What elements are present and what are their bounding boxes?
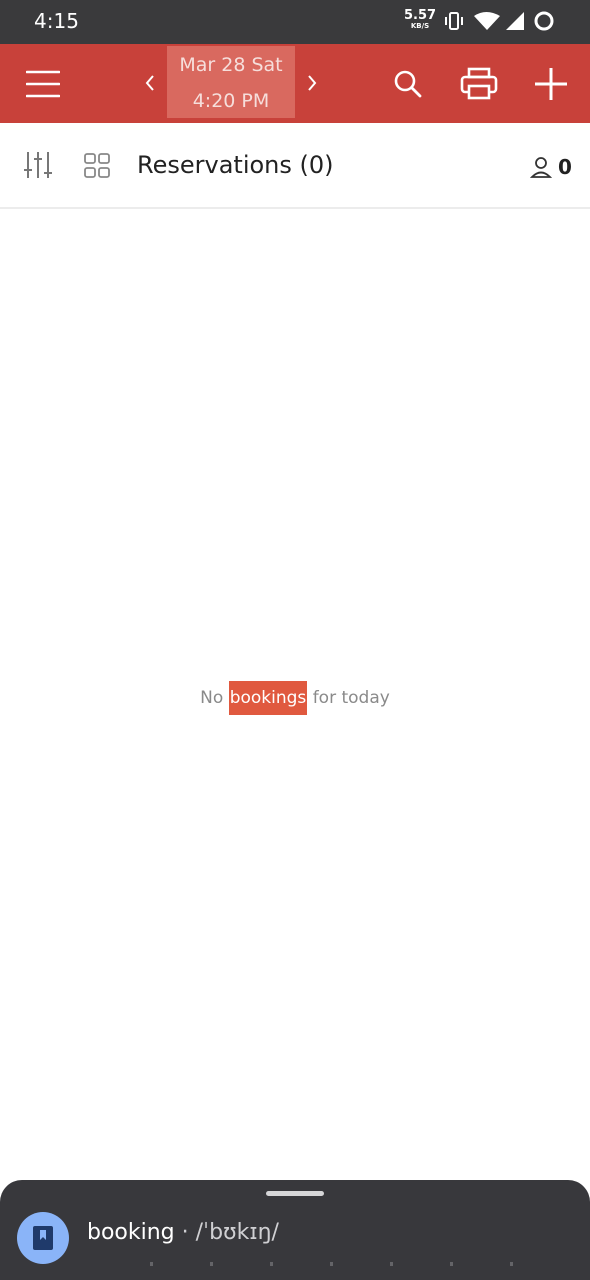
selected-time: 4:20 PM: [192, 90, 270, 112]
bookmark-icon: [33, 1226, 53, 1250]
network-speed-value: 5.57: [404, 8, 437, 23]
dictionary-pronunciation: · /ˈbʊkɪŋ/: [174, 1220, 279, 1245]
filter-sliders-icon: [24, 152, 52, 178]
selected-date: Mar 28 Sat: [179, 54, 283, 76]
dictionary-sheet[interactable]: booking · /ˈbʊkɪŋ/: [0, 1180, 590, 1280]
print-button[interactable]: [456, 62, 502, 106]
dictionary-avatar: [17, 1212, 69, 1264]
empty-state-message: No bookings for today: [0, 681, 590, 715]
network-speed: 5.57 KB/S: [404, 9, 436, 30]
dictionary-definition-preview: [150, 1262, 530, 1266]
plus-icon: [535, 68, 567, 100]
network-speed-unit: KB/S: [410, 22, 430, 30]
menu-button[interactable]: [20, 61, 66, 107]
person-icon: [530, 157, 552, 178]
add-reservation-button[interactable]: [528, 62, 574, 106]
grid-icon: [84, 153, 110, 178]
dictionary-word: booking: [87, 1220, 175, 1245]
page-title: Reservations (0): [137, 151, 334, 179]
date-selector[interactable]: Mar 28 Sat 4:20 PM: [167, 46, 295, 118]
grid-view-button[interactable]: [80, 149, 114, 183]
status-icons: [444, 9, 564, 39]
previous-date-button[interactable]: [136, 68, 164, 98]
empty-state-prefix: No: [200, 688, 229, 708]
signal-icon: [506, 12, 524, 30]
selected-word-highlight[interactable]: bookings: [228, 681, 308, 715]
search-button[interactable]: [388, 64, 428, 104]
chevron-left-icon: [145, 75, 154, 91]
empty-state-suffix: for today: [307, 688, 390, 708]
chevron-right-icon: [308, 75, 317, 91]
menu-icon: [26, 70, 60, 98]
guest-count: 0: [558, 155, 572, 179]
vibrate-icon: [445, 12, 463, 30]
status-time: 4:15: [34, 9, 79, 33]
printer-icon: [460, 67, 498, 100]
status-bar: 4:15 5.57 KB/S: [0, 0, 590, 44]
search-icon: [394, 70, 422, 98]
next-date-button[interactable]: [298, 68, 326, 98]
battery-saver-icon: [534, 11, 554, 31]
filter-button[interactable]: [20, 147, 56, 183]
app-bar: Mar 28 Sat 4:20 PM: [0, 44, 590, 123]
reservations-toolbar: Reservations (0) 0: [0, 123, 590, 209]
wifi-icon: [474, 12, 500, 30]
dictionary-entry: booking · /ˈbʊkɪŋ/: [87, 1220, 279, 1245]
drag-handle[interactable]: [266, 1191, 324, 1196]
